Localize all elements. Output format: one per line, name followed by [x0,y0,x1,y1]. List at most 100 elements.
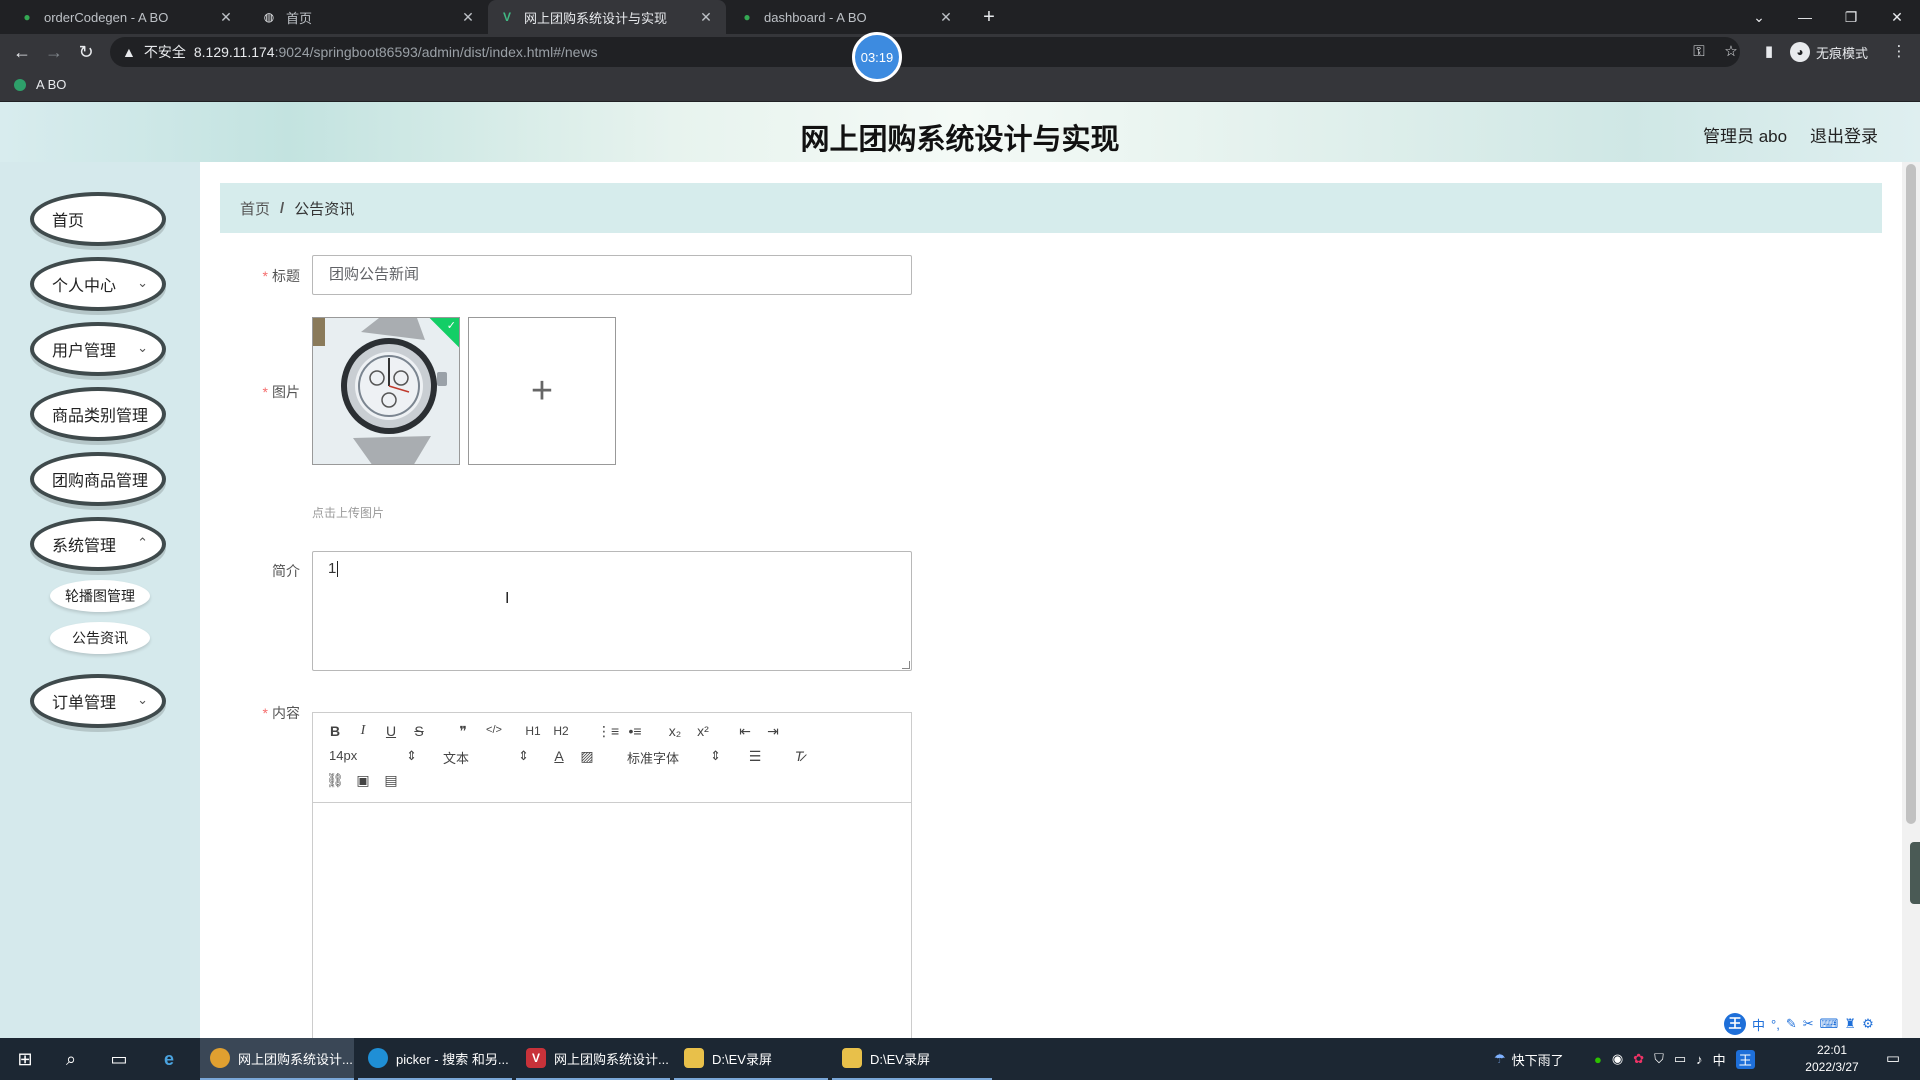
link-icon[interactable]: ⛓ [325,772,345,789]
italic-button[interactable]: I [353,723,373,739]
video-icon[interactable]: ▤ [381,772,401,789]
side-drawer-handle[interactable] [1910,842,1920,904]
menu-icon[interactable]: ⋮ [1888,40,1910,64]
chevron-down-icon: ⌄ [137,275,148,290]
close-icon[interactable]: ✕ [460,9,476,26]
breadcrumb-home[interactable]: 首页 [240,198,270,219]
align-icon[interactable]: ☰ [745,748,765,765]
sidebar-item-personal-center[interactable]: 个人中心 ⌄ [30,257,166,311]
close-icon[interactable]: ✕ [698,9,714,26]
ime-language[interactable]: 中 [1713,1050,1726,1069]
blockquote-button[interactable]: ❞ [453,723,473,740]
sidebar-item-category-management[interactable]: 商品类别管理 [30,387,166,441]
shirt-icon[interactable]: ♜ [1844,1016,1856,1032]
qq-icon[interactable]: ◉ [1612,1051,1623,1067]
task-view-icon[interactable]: ▭ [106,1046,132,1072]
header2-button[interactable]: H2 [551,724,571,738]
underline-button[interactable]: U [381,723,401,739]
bold-button[interactable]: B [325,723,345,739]
code-block-button[interactable]: </> [481,724,507,736]
sidebar-item-group-buy-goods[interactable]: 团购商品管理 [30,452,166,506]
ime-tray-icon[interactable]: 王 [1735,1049,1755,1069]
ime-logo-icon[interactable]: 王 [1724,1013,1746,1035]
settings-icon[interactable]: ⚙ [1862,1016,1874,1032]
reload-icon[interactable]: ↻ [74,40,98,64]
submenu-item-news[interactable]: 公告资讯 [50,622,150,654]
indent-icon[interactable]: ⇥ [763,723,783,740]
scrollbar-thumb[interactable] [1906,164,1916,824]
close-icon[interactable]: ✕ [218,9,234,26]
sidebar-item-label: 商品类别管理 [52,408,149,425]
incognito-profile[interactable]: ◕ 无痕模式 [1790,40,1868,64]
key-icon[interactable]: ⚿ [1688,40,1710,64]
resize-handle[interactable] [902,661,910,669]
image-icon[interactable]: ▣ [353,772,373,789]
search-icon[interactable]: ⌕ [58,1046,84,1072]
outdent-icon[interactable]: ⇤ [735,723,755,740]
intro-textarea[interactable]: 1 [312,551,912,671]
network-icon[interactable]: ▭ [1674,1051,1686,1067]
header1-button[interactable]: H1 [523,724,543,738]
font-color-button[interactable]: A [549,748,569,764]
ordered-list-icon[interactable]: ⋮≡ [597,723,619,740]
superscript-button[interactable]: x² [693,723,713,739]
font-size-select[interactable]: 14px ⇕ [329,748,417,764]
clear-format-icon[interactable]: T̷ [789,748,809,764]
format-select[interactable]: 文本 ⇕ [443,748,529,767]
sidebar-item-home[interactable]: 首页 [30,192,166,246]
scissors-icon[interactable]: ✂ [1803,1016,1814,1032]
browser-tab[interactable]: ● dashboard - A BO ✕ [728,0,966,34]
back-icon[interactable]: ← [10,40,34,64]
windows-start-icon[interactable]: ⊞ [12,1046,38,1072]
weather-widget[interactable]: ☂ 快下雨了 [1494,1038,1564,1080]
punctuation-icon[interactable]: °, [1771,1017,1780,1032]
volume-icon[interactable]: ♪ [1696,1052,1703,1067]
browser-tab[interactable]: ◍ 首页 ✕ [250,0,488,34]
close-icon[interactable]: ✕ [938,9,954,26]
sidebar-item-order-management[interactable]: 订单管理 ⌄ [30,674,166,728]
address-bar[interactable]: ▲ 不安全 8.129.11.174 :9024/springboot86593… [110,37,1740,67]
font-family-select[interactable]: 标准字体 ⇕ [627,748,721,767]
browser-tab[interactable]: ● orderCodegen - A BO ✕ [8,0,246,34]
uploaded-image-thumbnail[interactable]: ✓ [312,317,460,465]
url-host: 8.129.11.174 [193,44,275,60]
shield-icon[interactable]: ⛉ [1654,1051,1664,1067]
restore-icon[interactable]: ❐ [1828,0,1874,34]
ime-mode[interactable]: 中 [1752,1015,1765,1034]
submenu-item-carousel[interactable]: 轮播图管理 [50,580,150,612]
taskbar-item-edge[interactable]: picker - 搜索 和另... [358,1038,512,1080]
browser-tab-active[interactable]: V 网上团购系统设计与实现 ✕ [488,0,726,34]
bookmarks-bar: A BO [0,70,1920,102]
page-scrollbar[interactable] [1902,162,1920,1038]
bookmark-item[interactable]: A BO [14,77,66,92]
ie-icon[interactable]: e [156,1046,182,1072]
wechat-icon[interactable]: ● [1594,1052,1602,1067]
taskbar-item-vivaldi[interactable]: V 网上团购系统设计... [516,1038,670,1080]
taskbar-item-chrome[interactable]: 网上团购系统设计... [200,1038,354,1080]
editor-content-area[interactable] [313,804,911,1051]
tab-search-icon[interactable]: ⌄ [1736,0,1782,34]
minimize-icon[interactable]: — [1782,0,1828,34]
notification-icon[interactable]: ▭ [1880,1046,1906,1072]
sidebar-item-user-management[interactable]: 用户管理 ⌄ [30,322,166,376]
new-tab-button[interactable]: + [976,4,1002,30]
taskbar-item-folder[interactable]: D:\EV录屏 [832,1038,992,1080]
sidebar-item-system-management[interactable]: 系统管理 ⌃ [30,517,166,571]
window-close-icon[interactable]: ✕ [1874,0,1920,34]
image-upload-button[interactable]: + [468,317,616,465]
logout-button[interactable]: 退出登录 [1810,122,1878,147]
title-input[interactable]: 团购公告新闻 [312,255,912,295]
star-icon[interactable]: ☆ [1720,40,1742,64]
bullet-list-icon[interactable]: •≡ [625,723,645,739]
subscript-button[interactable]: x₂ [665,723,685,739]
app-tray-icon[interactable]: ✿ [1633,1051,1644,1067]
keyboard-icon[interactable]: ⌨ [1820,1016,1839,1032]
background-color-icon[interactable]: ▨ [577,748,597,765]
forward-icon[interactable]: → [42,40,66,64]
side-panel-icon[interactable]: ▮ [1758,40,1780,64]
system-clock[interactable]: 22:01 2022/3/27 [1792,1042,1872,1076]
tab-title: 首页 [286,10,313,26]
taskbar-item-folder[interactable]: D:\EV录屏 [674,1038,828,1080]
pen-icon[interactable]: ✎ [1786,1016,1797,1032]
strike-button[interactable]: S [409,723,429,739]
